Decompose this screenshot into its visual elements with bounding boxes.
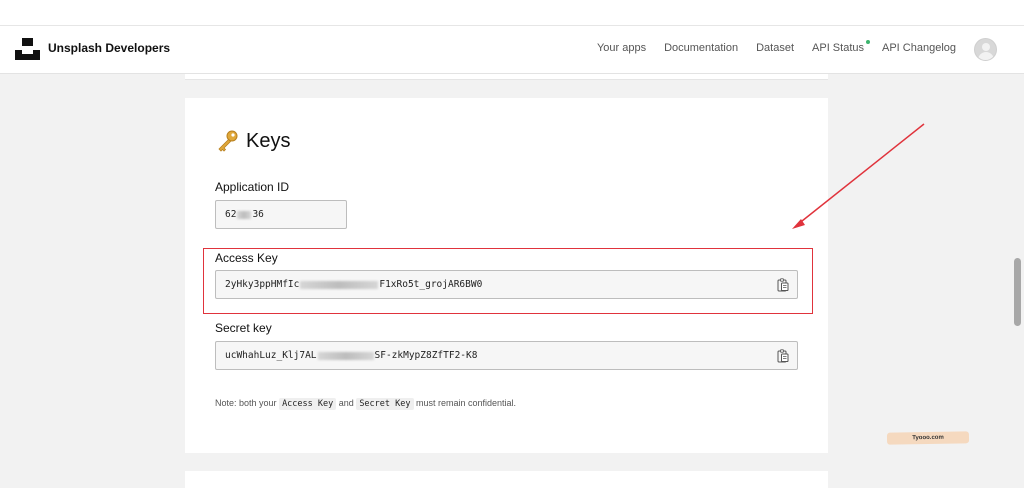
previous-card-bottom [185,74,828,80]
nav-your-apps[interactable]: Your apps [597,42,646,54]
browser-top-strip [0,0,1024,26]
redacted-blur [317,351,374,360]
secret-key-label: Secret key [215,321,272,335]
note-code-access-key: Access Key [279,398,337,410]
nav-documentation[interactable]: Documentation [664,42,738,54]
nav-api-status[interactable]: API Status [812,40,870,54]
avatar-icon[interactable] [974,38,997,61]
top-navbar: Unsplash Developers Your apps Documentat… [0,26,1024,74]
note-post: must remain confidential. [416,398,517,408]
secret-key-suffix: SF-zkMypZ8ZfTF2-K8 [374,350,478,361]
application-id-label: Application ID [215,180,290,194]
secret-key-field[interactable]: ucWhahLuz_Klj7AL SF-zkMypZ8ZfTF2-K8 [215,341,798,370]
page-scrollbar[interactable] [1014,258,1021,326]
status-dot-icon [866,40,870,44]
application-id-prefix: 62 [225,209,237,220]
nav-links: Your apps Documentation Dataset API Stat… [597,40,956,54]
unsplash-logo-icon[interactable] [15,38,40,60]
nav-dataset[interactable]: Dataset [756,42,794,54]
secret-key-prefix: ucWhahLuz_Klj7AL [225,350,317,361]
access-key-highlight-box [203,248,813,314]
confidential-note: Note: both your Access Key and Secret Ke… [215,398,517,410]
application-id-suffix: 36 [252,209,264,220]
application-id-field[interactable]: 62 36 [215,200,347,229]
nav-api-status-label: API Status [812,42,864,54]
watermark: Tyooo.com [886,431,970,445]
note-mid: and [338,398,354,408]
nav-api-changelog[interactable]: API Changelog [882,42,956,54]
keys-heading: Keys [246,130,291,152]
brand-title[interactable]: Unsplash Developers [48,41,170,55]
note-pre: Note: both your [215,398,277,408]
redacted-blur [237,210,252,219]
next-card-top [185,471,828,488]
key-icon [218,130,238,152]
note-code-secret-key: Secret Key [356,398,414,410]
copy-secret-key-icon[interactable] [777,349,789,363]
